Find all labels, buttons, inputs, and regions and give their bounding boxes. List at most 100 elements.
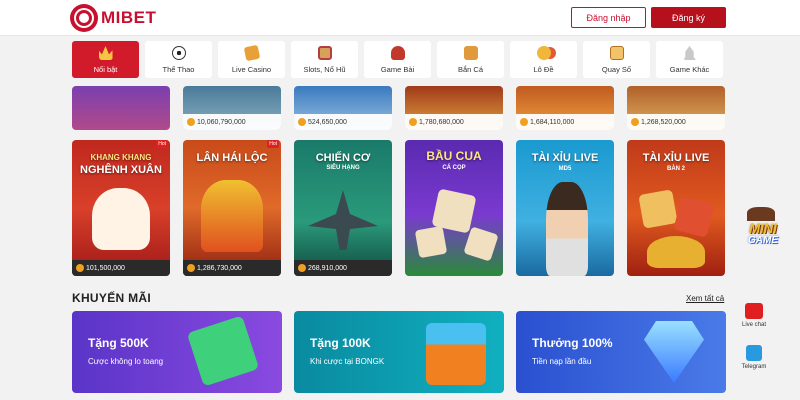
nav-label: Live Casino [231,65,272,74]
promo-subtitle: Khi cược tại BONGK [310,357,385,366]
category-nav: Nổi bật Thể Thao Live Casino Slots, Nổ H… [72,41,728,78]
nav-label: Lô Đề [533,65,554,74]
mini-game-button[interactable]: MINI GAME [735,205,791,261]
card-footer: 1,268,520,000 [627,114,725,130]
dice-icon [609,46,624,60]
nav-item-game-khac[interactable]: Game Khác [656,41,723,78]
login-button[interactable]: Đăng nhập [571,7,646,28]
live-chat-button[interactable]: Live chat [736,303,772,328]
coin-icon [520,118,528,126]
jackpot-value: 1,684,110,000 [530,118,575,126]
game-title: KHANG KHANG [90,153,152,162]
game-card[interactable]: 1,780,680,000 [405,86,503,130]
game-card[interactable]: 1,268,520,000 [627,86,725,130]
nav-item-slots[interactable]: Slots, Nổ Hũ [291,41,358,78]
game-card-tai-xiu-live-ban-2[interactable]: TÀI XỈU LIVE BÀN 2 [627,140,725,276]
game-card[interactable] [72,86,170,130]
promo-title: Tặng 100K [310,336,371,350]
promo-card-100-percent[interactable]: Thưởng 100% Tiền nạp lần đầu [516,311,726,393]
game-card-lan-hai-loc[interactable]: Hot LÂN HÁI LỘC 1,286,730,000 [183,140,281,276]
game-title-line2: NGHÊNH XUÂN [80,164,162,176]
nav-label: Thể Thao [162,65,195,74]
lottery-ball-icon [536,46,551,60]
promotions-heading: KHUYẾN MÃI [72,291,152,305]
game-row-partial: 10,060,790,000 524,650,000 1,780,680,000… [72,86,728,130]
coin-icon [409,118,417,126]
coin-icon [298,264,306,272]
nav-item-live-casino[interactable]: Live Casino [218,41,285,78]
card-footer: 1,780,680,000 [405,114,503,130]
game-card-bau-cua[interactable]: BẦU CUA CÁ CỌP [405,140,503,276]
game-subtitle: BÀN 2 [666,166,685,172]
gold-pot-illustration [647,236,705,268]
nav-label: Slots, Nổ Hũ [303,65,346,74]
jackpot-value: 268,910,000 [308,264,347,272]
chat-bubble-icon [745,303,763,319]
telegram-button[interactable]: Telegram [736,345,772,370]
game-card-tai-xiu-live-md5[interactable]: TÀI XỈU LIVE MD5 [516,140,614,276]
card-footer: 1,286,730,000 [183,260,281,276]
card-table-icon [390,46,405,60]
jackpot-value: 524,650,000 [308,118,347,126]
nav-item-game-bai[interactable]: Game Bài [364,41,431,78]
promo-title: Tặng 500K [88,336,149,350]
jackpot-value: 10,060,790,000 [197,118,246,126]
coin-icon [187,264,195,272]
see-all-link[interactable]: Xem tất cả [686,294,724,303]
jackpot-value: 101,500,000 [86,264,125,272]
promo-card-100k[interactable]: Tặng 100K Khi cược tại BONGK [294,311,504,393]
jackpot-value: 1,286,730,000 [197,264,242,272]
promo-card-500k[interactable]: Tặng 500K Cược không lo toang [72,311,282,393]
gift-box-icon [426,323,486,385]
nav-item-quay-so[interactable]: Quay Số [583,41,650,78]
dice-icon [463,226,499,262]
soccer-ball-icon [171,46,186,60]
game-card-khang-khang[interactable]: Hot KHANG KHANG NGHÊNH XUÂN 101,500,000 [72,140,170,276]
nav-item-lo-de[interactable]: Lô Đề [510,41,577,78]
game-card-chien-co[interactable]: CHIẾN CƠ SIÊU HẠNG 268,910,000 [294,140,392,276]
coin-icon [631,118,639,126]
dice-icon [638,189,678,229]
coin-icon [76,264,84,272]
nav-item-ban-ca[interactable]: Bắn Cá [437,41,504,78]
nav-label: Game Khác [669,65,710,74]
game-card[interactable]: 10,060,790,000 [183,86,281,130]
crown-icon [98,46,113,60]
game-title: TÀI XỈU LIVE [642,152,710,164]
cards-icon [243,44,260,62]
fighter-jet-illustration [308,190,378,250]
game-row: Hot KHANG KHANG NGHÊNH XUÂN 101,500,000 … [72,140,728,276]
jackpot-value: 1,268,520,000 [641,118,686,126]
nav-item-the-thao[interactable]: Thể Thao [145,41,212,78]
coin-icon [187,118,195,126]
nav-label: Nổi bật [93,65,118,74]
hot-badge: Hot [156,140,168,148]
money-icon [186,315,260,387]
hot-badge: Hot [267,140,279,148]
game-card[interactable]: 1,684,110,000 [516,86,614,130]
lion-dance-illustration [201,180,263,252]
game-title: LÂN HÁI LỘC [196,152,268,164]
lucky-cat-illustration [92,188,150,250]
nav-item-noi-bat[interactable]: Nổi bật [72,41,139,78]
promo-subtitle: Tiền nạp lần đầu [532,357,592,366]
game-subtitle: MD5 [558,166,572,172]
card-footer: 268,910,000 [294,260,392,276]
register-button[interactable]: Đăng ký [651,7,726,28]
mibet-logo[interactable]: MIBET [70,4,156,32]
telegram-label: Telegram [741,364,767,370]
jackpot-value: 1,780,680,000 [419,118,464,126]
game-title: CHIẾN CƠ [315,152,371,164]
logo-text: MIBET [101,8,157,27]
nav-label: Bắn Cá [457,65,484,74]
game-card[interactable]: 524,650,000 [294,86,392,130]
promo-subtitle: Cược không lo toang [88,357,164,366]
slot-machine-icon [317,46,332,60]
mini-game-label: MINI [749,221,777,236]
game-subtitle: SIÊU HẠNG [326,165,360,171]
game-title: TÀI XỈU LIVE [531,152,599,164]
card-footer: 10,060,790,000 [183,114,281,130]
card-footer: 101,500,000 [72,260,170,276]
fish-icon [463,46,478,60]
diamond-icon [644,321,704,383]
